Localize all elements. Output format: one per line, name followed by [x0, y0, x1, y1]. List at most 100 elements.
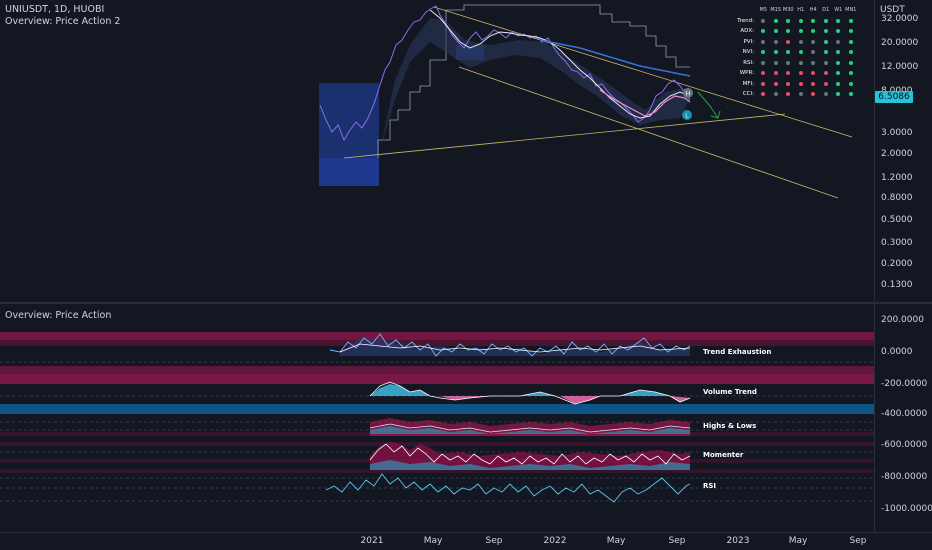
label-momenter: Momenter [703, 451, 744, 459]
price-tick: 1.2000 [881, 173, 913, 183]
signal-dot [836, 92, 841, 97]
mtf-row-label: PVI: [743, 38, 754, 45]
signal-dot [823, 71, 828, 76]
signal-dot [773, 50, 778, 55]
signal-dot [798, 60, 803, 65]
signal-dot [798, 29, 803, 34]
mtf-row-label: NVI: [742, 49, 754, 56]
signal-dot [761, 18, 766, 23]
indicator-pane[interactable]: Overview: Price Action Trend Exhaustion … [0, 304, 874, 532]
signal-dot [811, 71, 816, 76]
signal-dot [798, 71, 803, 76]
price-tick: 0.1300 [881, 280, 913, 290]
signal-dot [761, 50, 766, 55]
indicator-tick: -600.0000 [881, 440, 928, 450]
price-tick: 32.0000 [881, 14, 919, 24]
indicator-tick: -800.0000 [881, 472, 928, 482]
signal-dot [811, 81, 816, 86]
signal-dot [773, 92, 778, 97]
indicator-tick: -200.0000 [881, 379, 928, 389]
signal-dot [836, 71, 841, 76]
time-axis[interactable]: 2021 May Sep 2022 May Sep 2023 May Sep [0, 532, 932, 550]
signal-dot [773, 81, 778, 86]
price-axis[interactable]: 32.000020.000012.00008.00003.00002.00001… [874, 0, 932, 302]
time-tick: May [606, 536, 626, 546]
symbol-title: UNIUSDT, 1D, HUOBI [5, 4, 105, 15]
price-tick: 2.0000 [881, 149, 913, 159]
mtf-timeframe-header: H1 [797, 7, 805, 14]
signal-dot [761, 29, 766, 34]
mtf-row: RSI: [728, 58, 868, 69]
mtf-timeframe-header: M30 [782, 7, 794, 14]
signal-dot [823, 39, 828, 44]
time-tick: May [423, 536, 443, 546]
mtf-timeframe-header: MN1 [845, 7, 857, 14]
time-tick: 2021 [360, 536, 384, 546]
price-tick: 0.3000 [881, 238, 913, 248]
signal-dot [848, 60, 853, 65]
signal-dot [823, 29, 828, 34]
time-tick: Sep [485, 536, 503, 546]
price-tick: 20.0000 [881, 38, 919, 48]
indicator-axis[interactable]: 200.0000 0.0000 -200.0000 -400.0000 -600.000… [874, 304, 932, 532]
signal-dot [786, 81, 791, 86]
signal-dot [798, 50, 803, 55]
time-tick: 2022 [543, 536, 567, 546]
mtf-row: NVI: [728, 47, 868, 58]
signal-dot [848, 50, 853, 55]
indicator-tick: -400.0000 [881, 409, 928, 419]
signal-dot [786, 39, 791, 44]
signal-dot [823, 81, 828, 86]
signal-dot [773, 71, 778, 76]
mtf-row-label: Trend: [737, 17, 754, 24]
svg-text:H: H [686, 92, 690, 98]
signal-dot [836, 50, 841, 55]
signal-dot [811, 29, 816, 34]
mtf-row: MFI: [728, 79, 868, 90]
low-marker: L [682, 110, 692, 120]
mtf-row: WPR: [728, 68, 868, 79]
signal-dot [786, 29, 791, 34]
main-chart-pane[interactable]: H L UNIUSDT, 1D, HUOBI Overview: Price A… [0, 0, 874, 302]
trendline-lower-support [343, 113, 786, 159]
signal-dot [773, 39, 778, 44]
mtf-row-label: WPR: [739, 70, 754, 77]
time-tick: Sep [668, 536, 686, 546]
signal-dot [811, 60, 816, 65]
time-tick: 2023 [726, 536, 750, 546]
price-tick: 3.0000 [881, 128, 913, 138]
last-price-badge: 6.5086 [875, 91, 913, 103]
indicator-tick: 200.0000 [881, 315, 924, 325]
signal-dot [811, 92, 816, 97]
signal-dot [798, 92, 803, 97]
mtf-row-label: CCI: [742, 91, 754, 98]
signal-dot [773, 29, 778, 34]
signal-dot [761, 60, 766, 65]
signal-dot [823, 60, 828, 65]
signal-dot [798, 39, 803, 44]
indicator-title[interactable]: Overview: Price Action [5, 310, 111, 321]
mtf-row-label: MFI: [742, 80, 754, 87]
high-marker: H [683, 88, 693, 98]
signal-dot [836, 39, 841, 44]
signal-dot [811, 18, 816, 23]
mtf-timeframe-header: D1 [822, 7, 830, 14]
signal-dot [773, 18, 778, 23]
signal-dot [761, 71, 766, 76]
price-tick: 0.8000 [881, 193, 913, 203]
signal-dot [761, 81, 766, 86]
label-volume-trend: Volume Trend [703, 388, 757, 396]
indicator-tick: -1000.0000 [881, 504, 932, 514]
mtf-timeframe-header: W1 [834, 7, 843, 14]
signal-dot [823, 92, 828, 97]
mtf-row: ADX: [728, 26, 868, 37]
mtf-timeframe-header: H4 [809, 7, 817, 14]
indicator-canvas[interactable] [0, 304, 874, 532]
price-axis-unit: USDT [880, 5, 905, 15]
signal-dot [836, 18, 841, 23]
mtf-row-label: RSI: [743, 59, 754, 66]
overlay-indicator-title[interactable]: Overview: Price Action 2 [5, 16, 120, 27]
signal-dot [848, 81, 853, 86]
signal-dot [836, 29, 841, 34]
signal-dot [786, 92, 791, 97]
